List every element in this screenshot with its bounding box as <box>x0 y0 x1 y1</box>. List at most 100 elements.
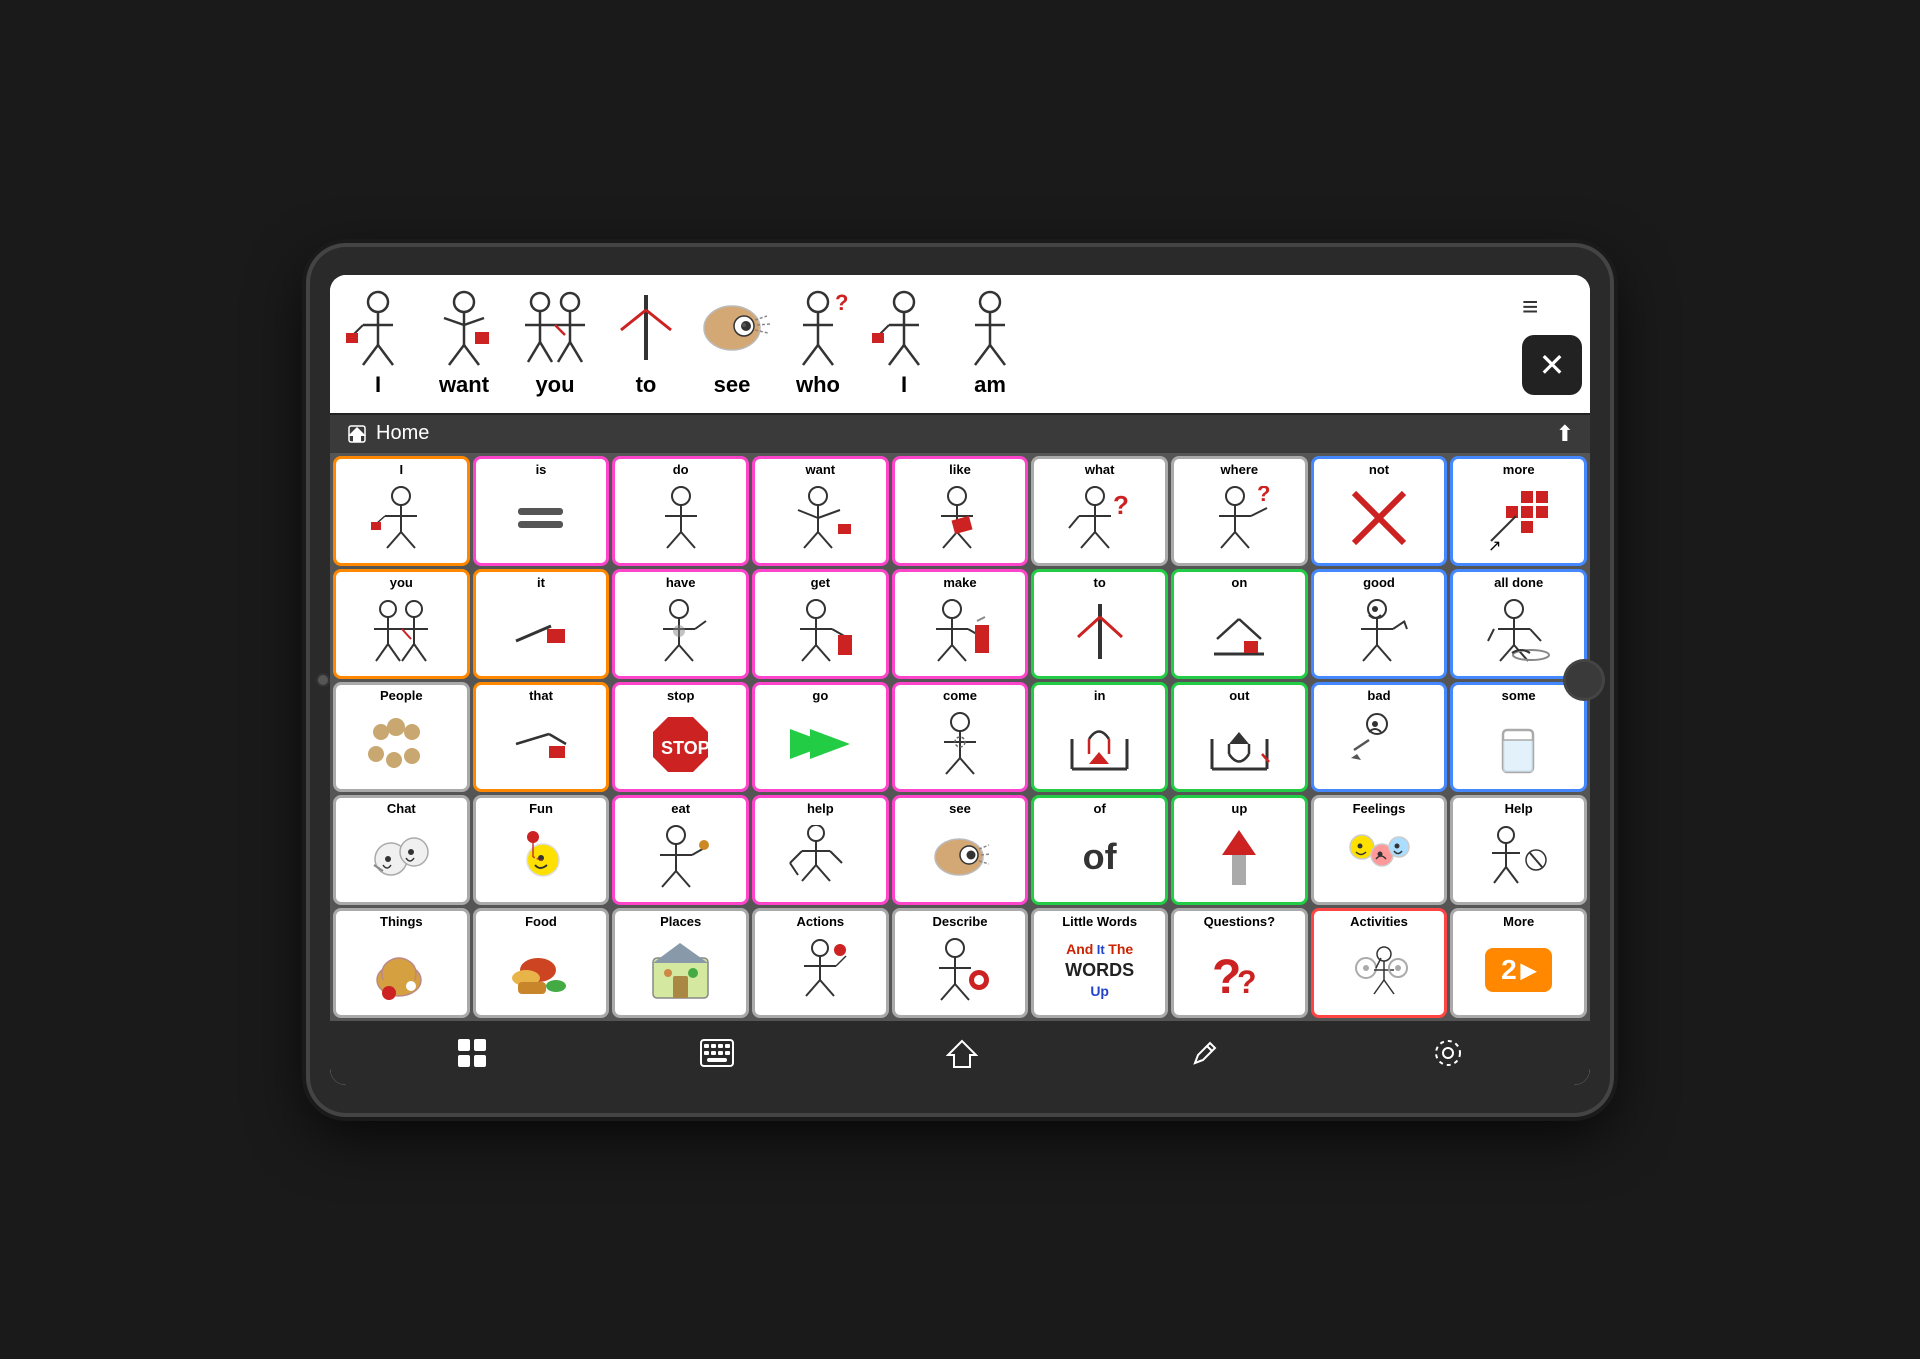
sentence-word-who-label: who <box>796 372 840 398</box>
cell-i[interactable]: I <box>333 456 470 566</box>
cell-you[interactable]: you <box>333 569 470 679</box>
keyboard-button[interactable] <box>684 1033 750 1073</box>
cell-come-icon <box>897 703 1024 786</box>
share-button[interactable]: ⬆ <box>1556 421 1574 447</box>
cell-questions-icon: ? ? <box>1176 929 1303 1012</box>
cell-eat[interactable]: eat <box>612 795 749 905</box>
cell-some[interactable]: some <box>1450 682 1587 792</box>
cell-have-label: have <box>666 576 696 590</box>
cell-out[interactable]: out <box>1171 682 1308 792</box>
cell-little-words-icon: And It The WORDS Up <box>1036 929 1163 1012</box>
cell-want[interactable]: want <box>752 456 889 566</box>
cell-good[interactable]: good <box>1311 569 1448 679</box>
cell-that[interactable]: that <box>473 682 610 792</box>
cell-describe[interactable]: Describe <box>892 908 1029 1018</box>
cell-things-icon <box>338 929 465 1012</box>
cell-what-label: what <box>1085 463 1115 477</box>
cell-like[interactable]: like <box>892 456 1029 566</box>
pencil-button[interactable] <box>1174 1032 1236 1074</box>
svg-text:STOP: STOP <box>661 738 710 758</box>
sentence-word-i[interactable]: I <box>338 290 418 398</box>
cell-that-icon <box>478 703 605 786</box>
cell-fun[interactable]: Fun <box>473 795 610 905</box>
cell-people-icon <box>338 703 465 786</box>
nav-bar: Home ⬆ <box>330 415 1590 453</box>
cell-go[interactable]: go <box>752 682 889 792</box>
cell-see[interactable]: see <box>892 795 1029 905</box>
cell-in[interactable]: in <box>1031 682 1168 792</box>
cell-on[interactable]: on <box>1171 569 1308 679</box>
sentence-word-you-label: you <box>535 372 574 398</box>
cell-stop-label: stop <box>667 689 694 703</box>
cell-places[interactable]: Places <box>612 908 749 1018</box>
cell-get[interactable]: get <box>752 569 889 679</box>
cell-it[interactable]: it <box>473 569 610 679</box>
cell-food[interactable]: Food <box>473 908 610 1018</box>
cell-like-label: like <box>949 463 971 477</box>
cell-you-icon <box>338 590 465 673</box>
cell-up[interactable]: up <box>1171 795 1308 905</box>
sentence-word-am[interactable]: am <box>950 290 1030 398</box>
cell-have[interactable]: have <box>612 569 749 679</box>
cell-activities[interactable]: Activities <box>1311 908 1448 1018</box>
sentence-word-you[interactable]: you <box>510 290 600 398</box>
sentence-word-i2[interactable]: I <box>864 290 944 398</box>
svg-text:?: ? <box>1113 490 1129 520</box>
cell-more[interactable]: more ↗ <box>1450 456 1587 566</box>
svg-text:?: ? <box>1237 964 1257 1000</box>
cell-all-done-label: all done <box>1494 576 1543 590</box>
cell-chat[interactable]: Chat <box>333 795 470 905</box>
close-button[interactable]: ✕ <box>1522 335 1582 395</box>
settings-button[interactable] <box>1416 1031 1480 1075</box>
sentence-word-see-label: see <box>714 372 751 398</box>
sentence-word-who[interactable]: ? who <box>778 290 858 398</box>
cell-more-cat[interactable]: More 2 ▶ <box>1450 908 1587 1018</box>
cell-good-icon <box>1316 590 1443 673</box>
cell-what[interactable]: what ? <box>1031 456 1168 566</box>
home-nav[interactable]: Home <box>346 422 429 445</box>
cell-out-label: out <box>1229 689 1249 703</box>
cell-not[interactable]: not <box>1311 456 1448 566</box>
cell-where[interactable]: where ? <box>1171 456 1308 566</box>
sentence-word-i2-label: I <box>901 372 907 398</box>
cell-chat-icon <box>338 816 465 899</box>
sentence-word-to[interactable]: to <box>606 290 686 398</box>
menu-icon[interactable]: ≡ <box>1522 293 1582 321</box>
home-button[interactable] <box>930 1031 994 1075</box>
cell-questions[interactable]: Questions? ? ? <box>1171 908 1308 1018</box>
cell-actions[interactable]: Actions <box>752 908 889 1018</box>
cell-places-icon <box>617 929 744 1012</box>
cell-up-icon <box>1176 816 1303 899</box>
cell-things[interactable]: Things <box>333 908 470 1018</box>
cell-little-words[interactable]: Little Words And It The WORDS Up <box>1031 908 1168 1018</box>
grid-button[interactable] <box>440 1031 504 1075</box>
cell-make-icon <box>897 590 1024 673</box>
cell-stop[interactable]: stop STOP <box>612 682 749 792</box>
cell-make[interactable]: make <box>892 569 1029 679</box>
cell-help[interactable]: help <box>752 795 889 905</box>
cell-like-icon <box>897 477 1024 560</box>
cell-food-label: Food <box>525 915 557 929</box>
cell-come-label: come <box>943 689 977 703</box>
cell-activities-label: Activities <box>1350 915 1408 929</box>
cell-actions-icon <box>757 929 884 1012</box>
sentence-controls: ≡ ✕ <box>1522 293 1582 395</box>
cell-do[interactable]: do <box>612 456 749 566</box>
sentence-word-see[interactable]: see <box>692 290 772 398</box>
sentence-word-want[interactable]: want <box>424 290 504 398</box>
cell-good-label: good <box>1363 576 1395 590</box>
cell-bad[interactable]: bad <box>1311 682 1448 792</box>
cell-activities-icon <box>1316 929 1443 1012</box>
cell-to[interactable]: to <box>1031 569 1168 679</box>
cell-more-label: more <box>1503 463 1535 477</box>
cell-feelings[interactable]: Feelings <box>1311 795 1448 905</box>
cell-is[interactable]: is <box>473 456 610 566</box>
settings-icon <box>1432 1037 1464 1069</box>
cell-to-label: to <box>1094 576 1106 590</box>
cell-come[interactable]: come <box>892 682 1029 792</box>
cell-people[interactable]: People <box>333 682 470 792</box>
cell-all-done[interactable]: all done <box>1450 569 1587 679</box>
cell-eat-icon <box>617 816 744 899</box>
cell-help2[interactable]: Help <box>1450 795 1587 905</box>
cell-of[interactable]: of of <box>1031 795 1168 905</box>
